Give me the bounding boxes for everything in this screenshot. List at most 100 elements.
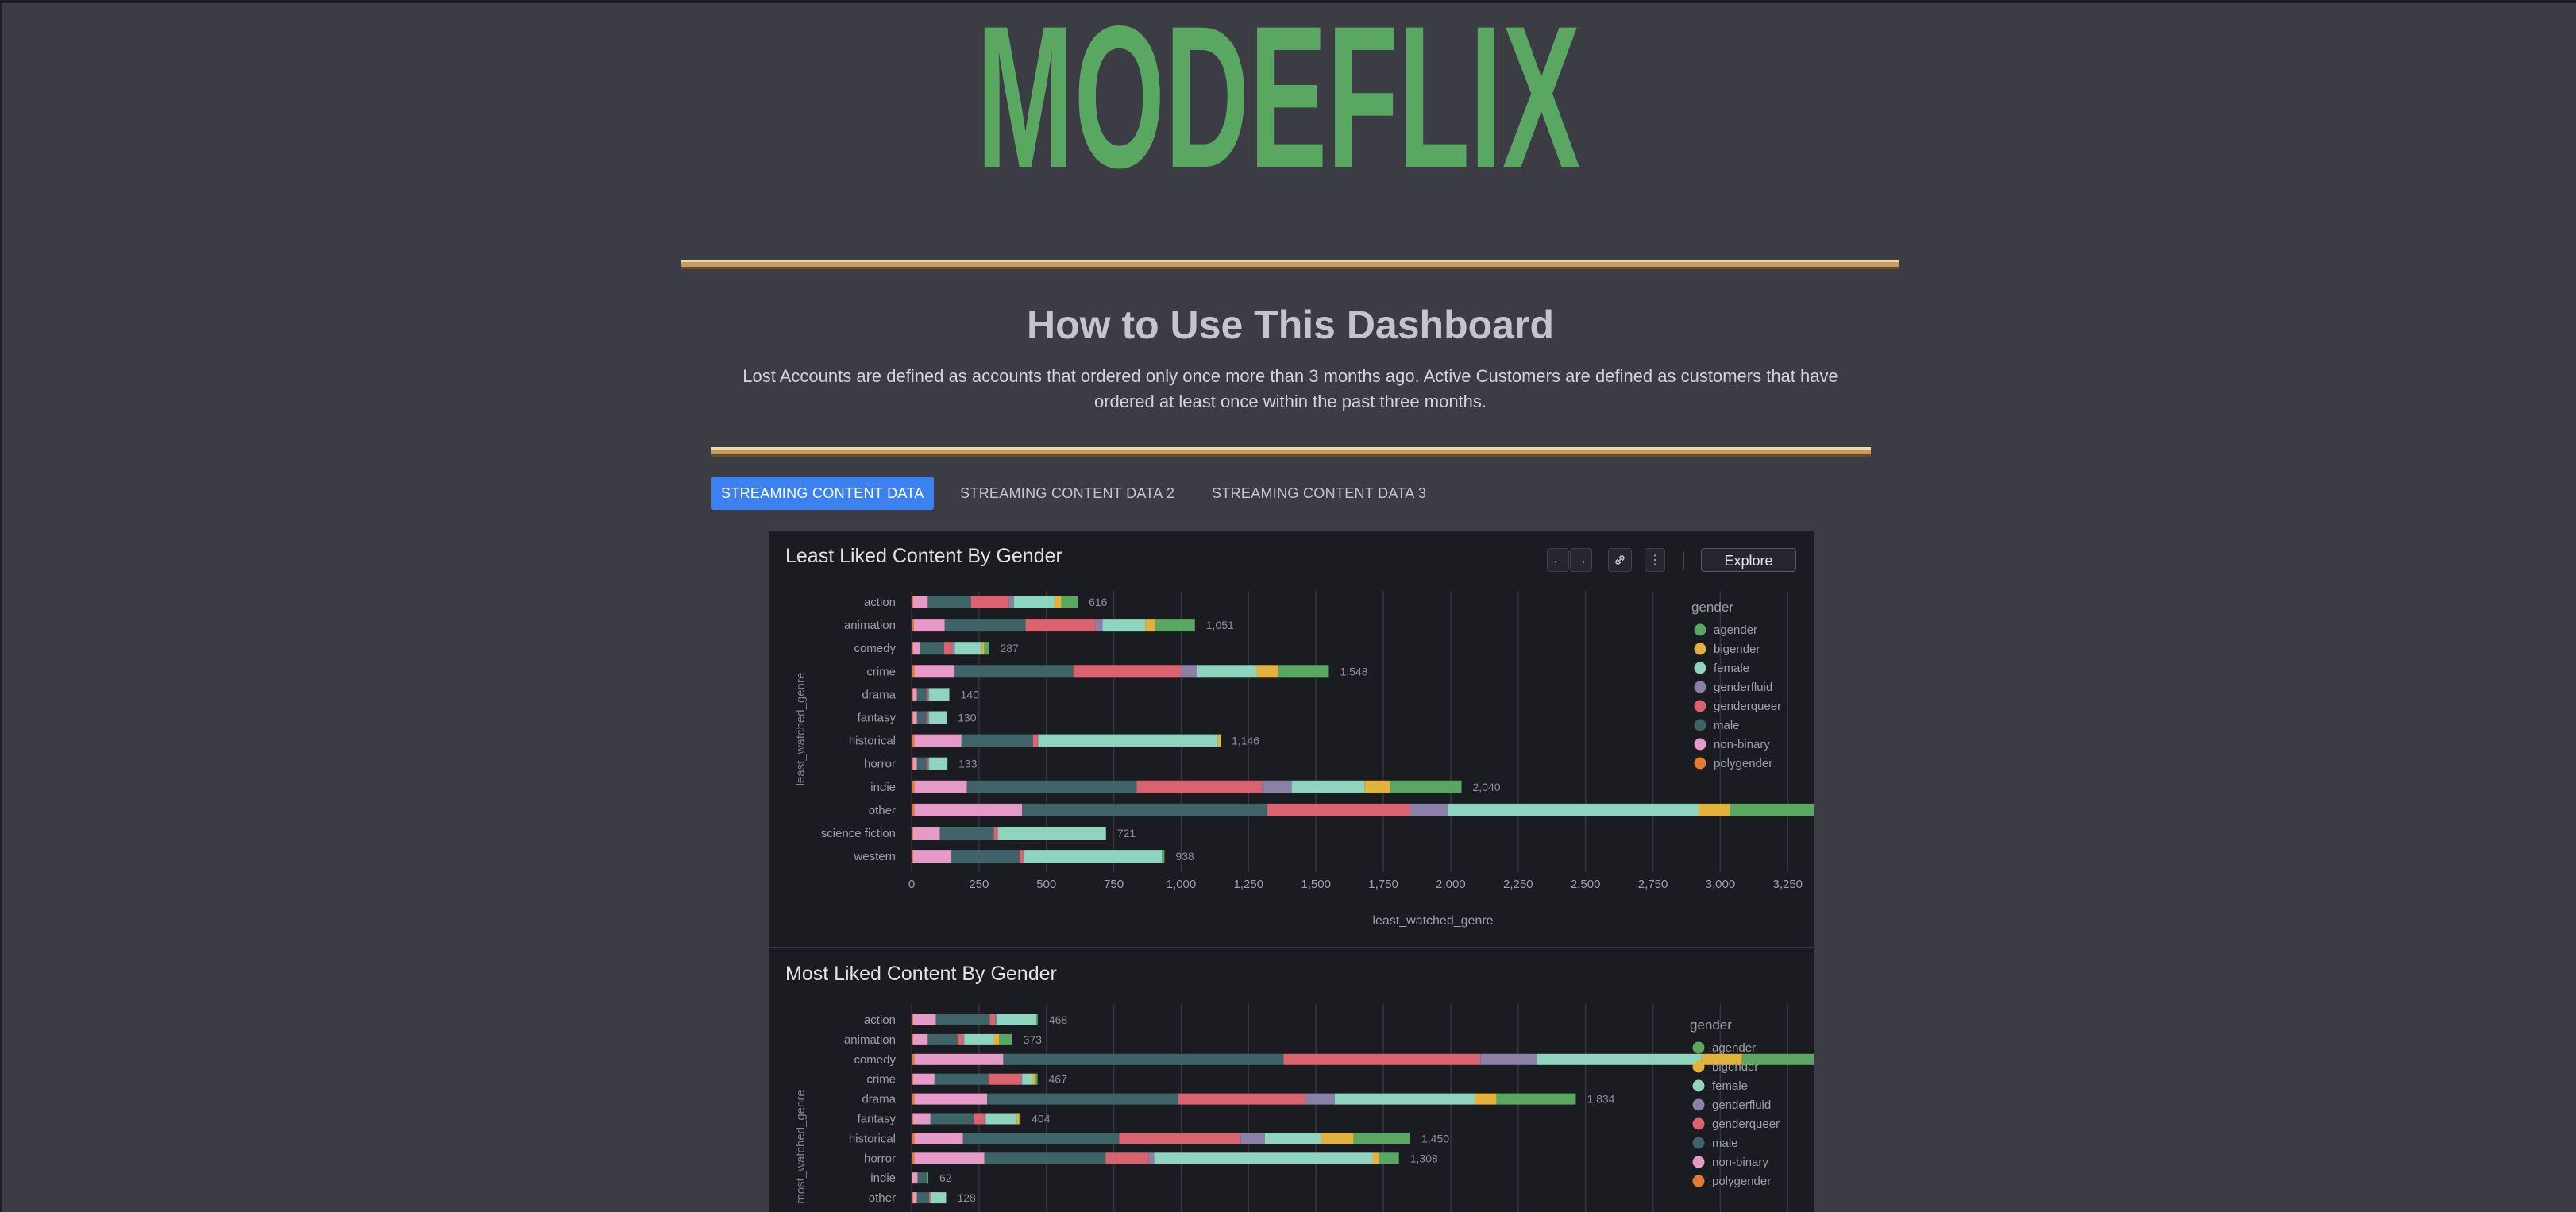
bar-segment-bigender[interactable] xyxy=(1372,1152,1379,1164)
legend-label[interactable]: polygender xyxy=(1712,1175,1771,1188)
legend-label[interactable]: male xyxy=(1714,719,1740,732)
bar-segment-genderqueer[interactable] xyxy=(974,1113,985,1125)
bar-segment-genderfluid[interactable] xyxy=(1480,1053,1537,1065)
bar-segment-genderqueer[interactable] xyxy=(957,1033,963,1045)
bar-segment-non-binary[interactable] xyxy=(912,1033,928,1045)
legend-swatch[interactable] xyxy=(1692,1098,1705,1111)
bar-segment-polygender[interactable] xyxy=(912,688,913,701)
bar-segment-agender[interactable] xyxy=(927,1172,929,1184)
bar-segment-bigender[interactable] xyxy=(1016,1113,1020,1125)
bar-segment-agender[interactable] xyxy=(1036,1014,1038,1025)
bar-segment-agender[interactable] xyxy=(1496,1093,1576,1105)
legend-label[interactable]: female xyxy=(1714,662,1749,675)
bar-segment-bigender[interactable] xyxy=(993,1033,1000,1045)
bar-segment-non-binary[interactable] xyxy=(914,734,962,747)
bar-segment-female[interactable] xyxy=(1264,1133,1321,1144)
bar-segment-genderfluid[interactable] xyxy=(1095,619,1103,632)
legend-label[interactable]: bigender xyxy=(1714,643,1760,656)
bar-segment-polygender[interactable] xyxy=(912,757,913,770)
bar-segment-genderqueer[interactable] xyxy=(926,688,928,701)
bar-segment-female[interactable] xyxy=(929,757,948,770)
bar-segment-genderfluid[interactable] xyxy=(927,711,930,724)
bar-segment-genderqueer[interactable] xyxy=(1267,803,1411,816)
bar-segment-female[interactable] xyxy=(1197,665,1257,678)
bar-segment-male[interactable] xyxy=(987,1093,1179,1105)
bar-segment-male[interactable] xyxy=(1022,803,1268,816)
legend-swatch[interactable] xyxy=(1692,1041,1705,1054)
bar-segment-bigender[interactable] xyxy=(1321,1133,1354,1144)
bar-segment-agender[interactable] xyxy=(1390,780,1462,793)
bar-segment-non-binary[interactable] xyxy=(914,665,955,678)
bar-segment-male[interactable] xyxy=(934,1073,989,1085)
bar-segment-female[interactable] xyxy=(1537,1053,1702,1065)
bar-segment-female[interactable] xyxy=(964,1033,994,1045)
bar-segment-non-binary[interactable] xyxy=(912,850,951,863)
bar-segment-male[interactable] xyxy=(961,734,1033,747)
bar-segment-female[interactable] xyxy=(1102,619,1146,632)
bar-segment-polygender[interactable] xyxy=(912,1152,915,1164)
legend-swatch[interactable] xyxy=(1694,623,1706,636)
bar-segment-genderfluid[interactable] xyxy=(1181,665,1197,678)
legend-label[interactable]: agender xyxy=(1714,623,1757,637)
bar-segment-genderfluid[interactable] xyxy=(962,1033,965,1045)
bar-segment-non-binary[interactable] xyxy=(912,711,917,724)
bar-segment-polygender[interactable] xyxy=(912,711,913,724)
bar-segment-female[interactable] xyxy=(996,1014,1037,1025)
bar-segment-genderfluid[interactable] xyxy=(951,642,955,655)
bar-segment-genderqueer[interactable] xyxy=(1073,665,1182,678)
bar-segment-genderqueer[interactable] xyxy=(1032,734,1039,747)
bar-segment-polygender[interactable] xyxy=(912,1093,915,1105)
bar-segment-female[interactable] xyxy=(930,1192,947,1204)
legend-swatch[interactable] xyxy=(1692,1156,1705,1168)
legend-swatch[interactable] xyxy=(1694,662,1706,674)
bar-segment-genderqueer[interactable] xyxy=(943,642,952,655)
bar-segment-bigender[interactable] xyxy=(1145,619,1155,632)
bar-segment-genderqueer[interactable] xyxy=(1136,780,1263,793)
bar-segment-female[interactable] xyxy=(929,711,947,724)
bar-segment-female[interactable] xyxy=(929,688,950,701)
bar-segment-polygender[interactable] xyxy=(912,596,913,608)
bar-segment-male[interactable] xyxy=(920,642,944,655)
tab-streaming-content-data-2[interactable]: STREAMING CONTENT DATA 2 xyxy=(951,477,1184,510)
bar-segment-genderfluid[interactable] xyxy=(1020,1073,1023,1085)
bar-segment-agender[interactable] xyxy=(1162,850,1165,863)
legend-swatch[interactable] xyxy=(1692,1175,1705,1187)
bar-segment-polygender[interactable] xyxy=(912,1133,915,1144)
bar-segment-genderqueer[interactable] xyxy=(1283,1053,1481,1065)
bar-segment-bigender[interactable] xyxy=(981,642,985,655)
bar-segment-male[interactable] xyxy=(930,1113,974,1125)
bar-segment-non-binary[interactable] xyxy=(914,803,1023,816)
legend-label[interactable]: genderfluid xyxy=(1712,1098,1771,1112)
bar-segment-genderfluid[interactable] xyxy=(927,757,930,770)
legend-label[interactable]: agender xyxy=(1712,1041,1756,1055)
legend-swatch[interactable] xyxy=(1692,1117,1705,1130)
bar-segment-genderqueer[interactable] xyxy=(989,1014,996,1025)
bar-segment-female[interactable] xyxy=(1023,850,1163,863)
bar-segment-female[interactable] xyxy=(1154,1152,1373,1164)
bar-segment-male[interactable] xyxy=(927,596,971,608)
bar-segment-bigender[interactable] xyxy=(1475,1093,1497,1105)
bar-segment-female[interactable] xyxy=(1038,734,1218,747)
bar-segment-polygender[interactable] xyxy=(912,642,913,655)
bar-segment-non-binary[interactable] xyxy=(912,1073,935,1085)
bar-segment-female[interactable] xyxy=(1448,803,1699,816)
bar-segment-genderqueer[interactable] xyxy=(1019,850,1024,863)
bar-segment-male[interactable] xyxy=(935,1014,990,1025)
legend-label[interactable]: genderfluid xyxy=(1714,681,1772,694)
bar-segment-agender[interactable] xyxy=(1379,1152,1399,1164)
bar-segment-non-binary[interactable] xyxy=(914,1093,988,1105)
bar-segment-genderqueer[interactable] xyxy=(926,711,928,724)
legend-swatch[interactable] xyxy=(1694,681,1706,693)
bar-segment-polygender[interactable] xyxy=(912,734,915,747)
bar-segment-polygender[interactable] xyxy=(912,1014,913,1025)
bar-segment-polygender[interactable] xyxy=(912,803,915,816)
bar-segment-genderfluid[interactable] xyxy=(927,688,930,701)
bar-segment-genderfluid[interactable] xyxy=(1240,1133,1265,1144)
bar-segment-non-binary[interactable] xyxy=(913,619,945,632)
bar-segment-genderqueer[interactable] xyxy=(1025,619,1096,632)
tab-streaming-content-data[interactable]: STREAMING CONTENT DATA xyxy=(711,477,934,510)
bar-segment-male[interactable] xyxy=(1003,1053,1284,1065)
legend-label[interactable]: non-binary xyxy=(1712,1156,1768,1169)
bar-segment-male[interactable] xyxy=(916,1192,930,1204)
bar-segment-male[interactable] xyxy=(916,711,927,724)
